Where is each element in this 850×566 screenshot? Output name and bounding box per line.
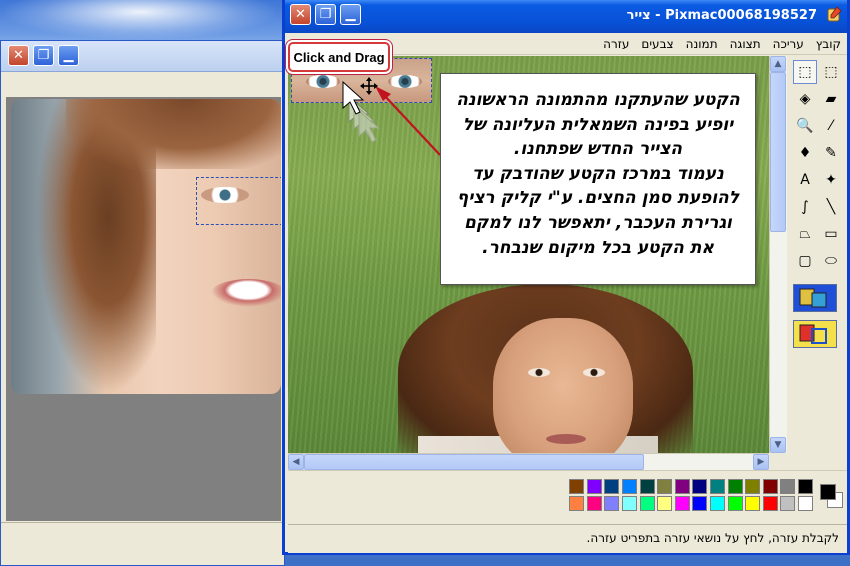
callout-line: נעמוד במרכז הקטע שהודבק עד <box>472 163 724 184</box>
callout-line: וגרירת העכבר, יתאפשר לנו למקם <box>464 212 732 233</box>
annotation-arrow <box>375 86 441 156</box>
move-cursor-icon <box>360 77 378 95</box>
callout-line: הצייר החדש שפתחנו. <box>513 139 683 160</box>
callout-line: יופיע בפינה השמאלית העליונה של <box>462 114 734 135</box>
click-and-drag-label: Click and Drag <box>288 42 390 72</box>
callout-line: להופעת סמן החצים. ע"י קליק רציף <box>456 188 740 209</box>
callout-line: הקטע שהעתקנו מהתמונה הראשונה <box>456 90 740 110</box>
callout-line: את הקטע בכל מיקום שנבחר. <box>482 237 714 258</box>
instruction-callout: הקטע שהעתקנו מהתמונה הראשונה יופיע בפינה… <box>440 73 756 285</box>
